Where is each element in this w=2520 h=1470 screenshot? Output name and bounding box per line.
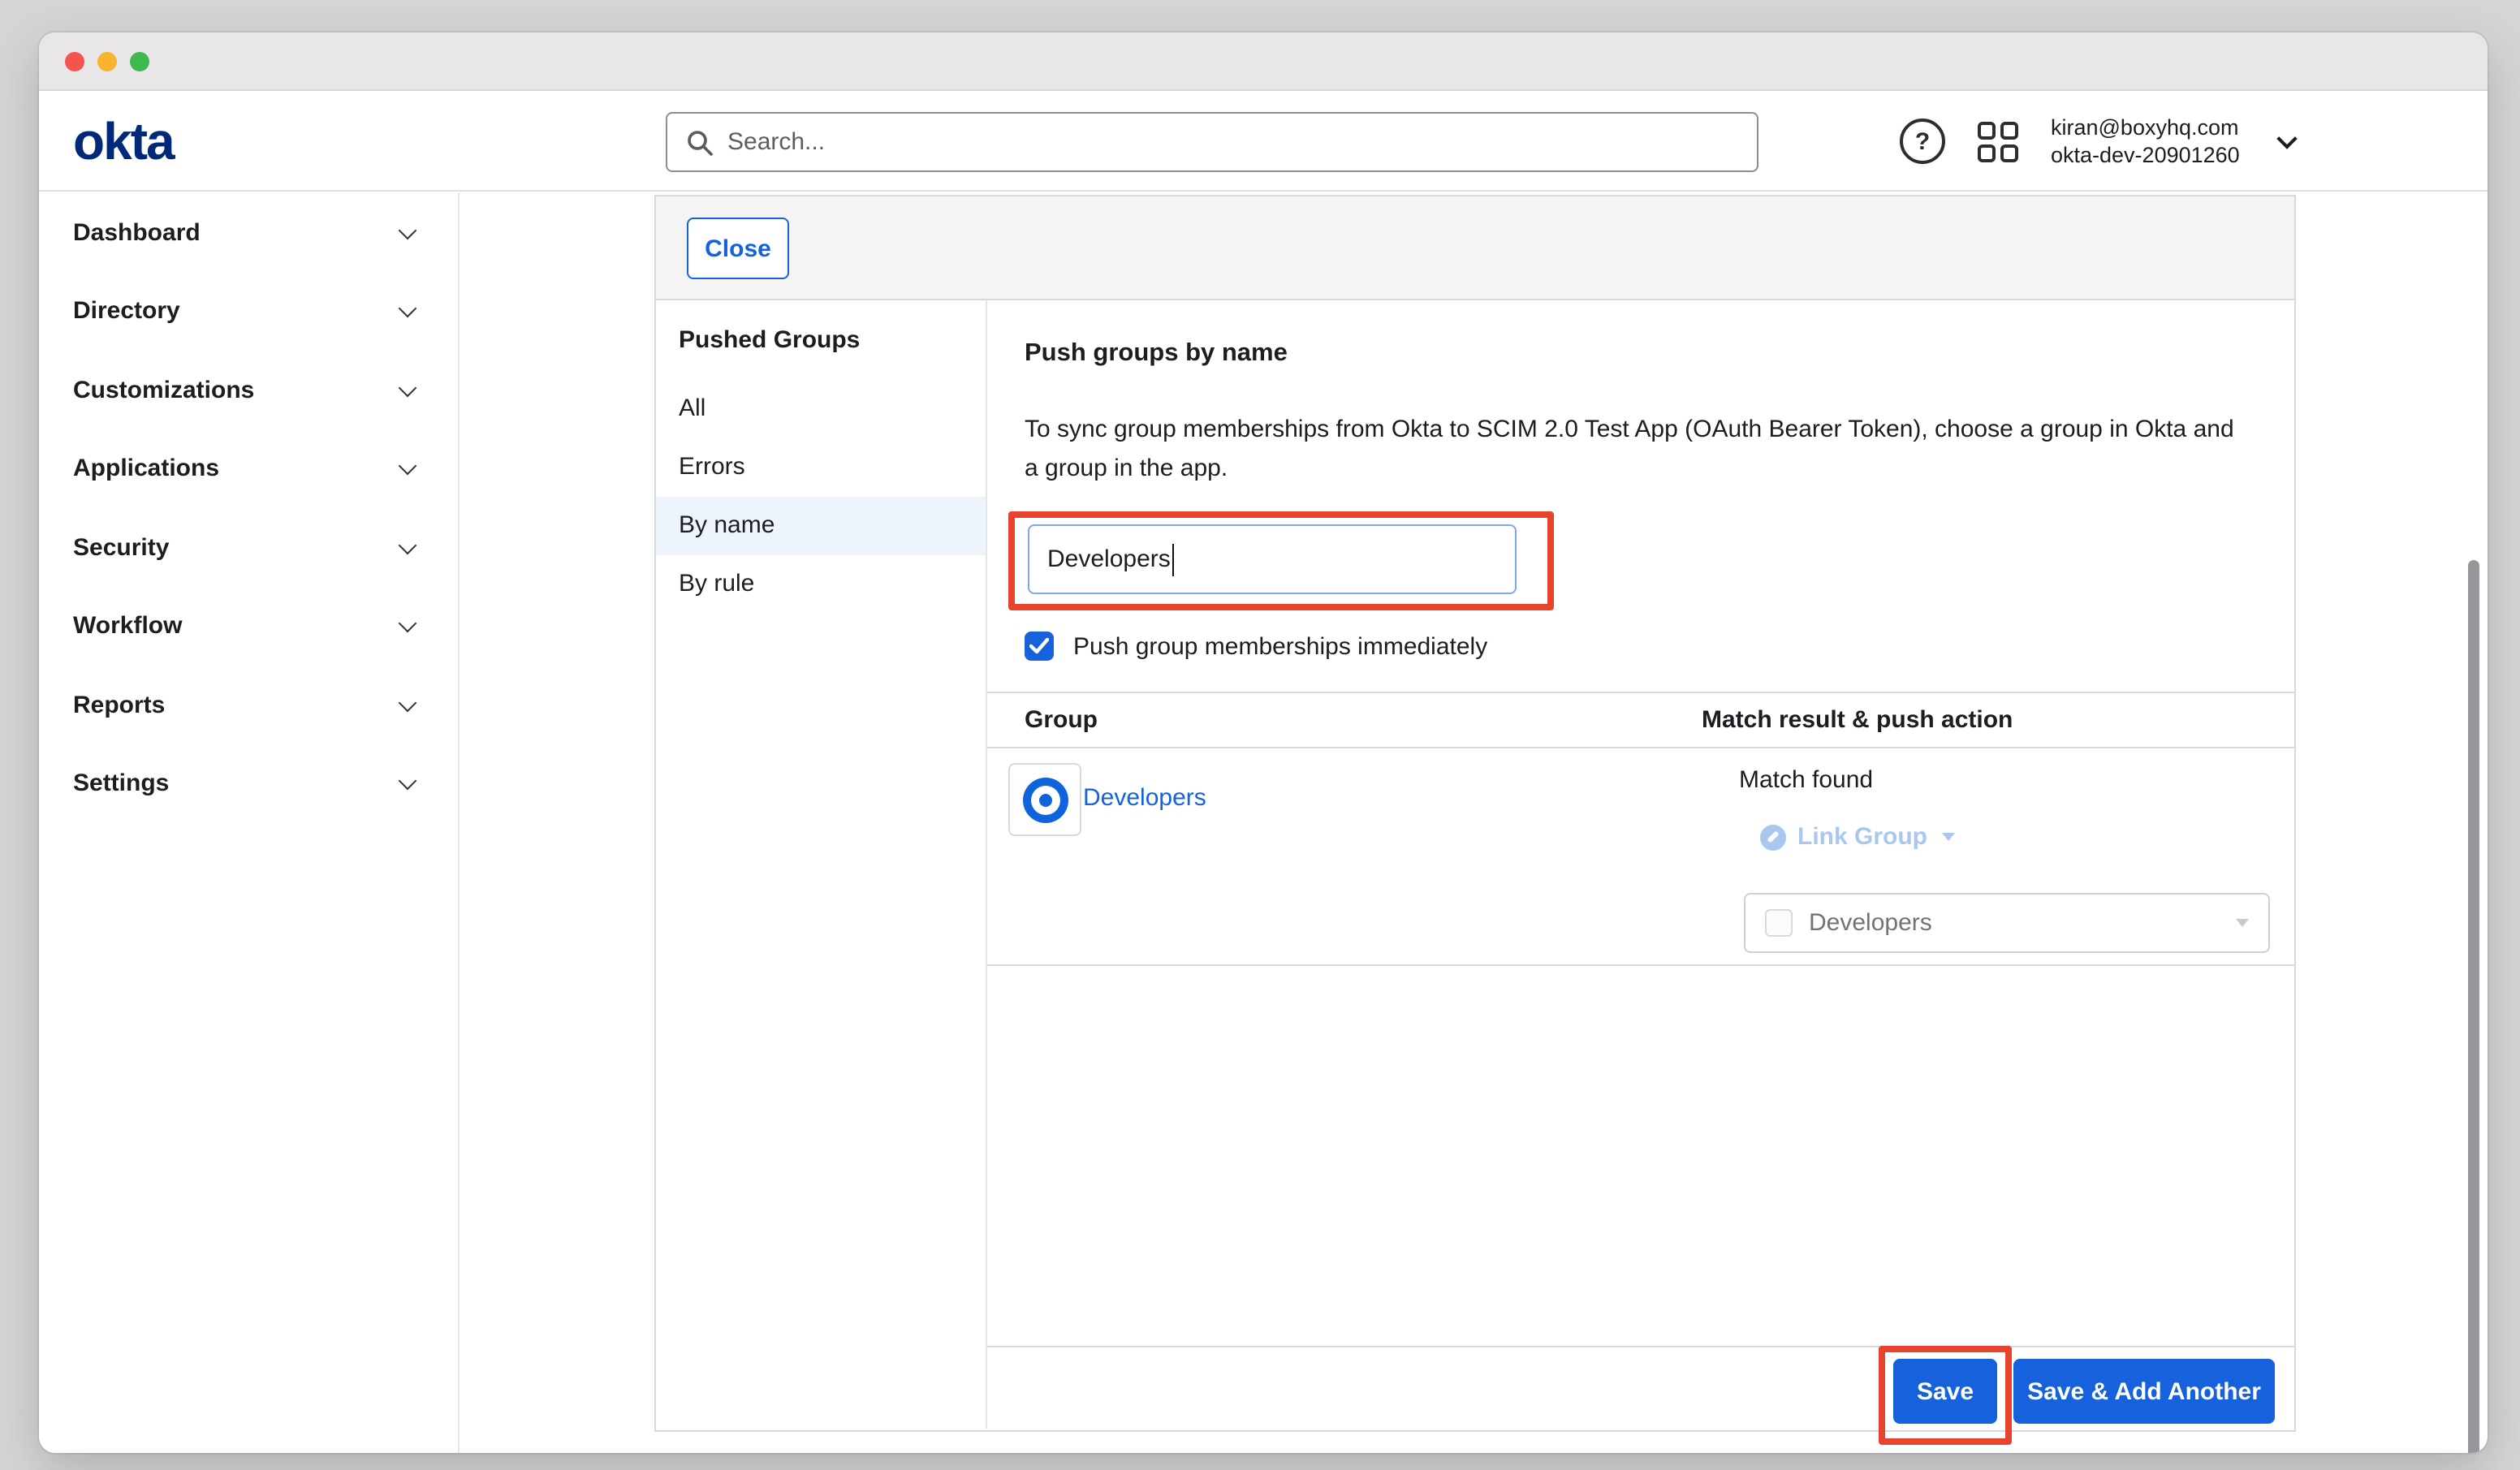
subnav-item-all[interactable]: All	[656, 380, 986, 438]
panel-toolbar: Close	[656, 196, 2294, 300]
subnav-item-by-rule[interactable]: By rule	[656, 555, 986, 614]
sidebar-item-settings[interactable]: Settings	[39, 744, 458, 823]
search-icon	[687, 129, 713, 155]
okta-logo: okta	[73, 112, 174, 172]
help-icon[interactable]: ?	[1900, 119, 1945, 164]
link-icon	[1760, 824, 1786, 850]
apps-grid-icon[interactable]	[1978, 122, 2018, 162]
chevron-down-icon	[399, 378, 417, 397]
chevron-down-icon	[399, 536, 417, 554]
check-icon	[1029, 638, 1049, 654]
push-by-name-content: Push groups by name To sync group member…	[987, 300, 2294, 1429]
chevron-down-icon	[399, 457, 417, 476]
pushed-groups-subnav: Pushed Groups All Errors By name By rule	[656, 300, 987, 1429]
org-name: okta-dev-20901260	[2051, 141, 2240, 169]
match-result-text: Match found	[1739, 766, 1873, 794]
chevron-down-icon	[399, 221, 417, 239]
user-menu[interactable]: kiran@boxyhq.com okta-dev-20901260	[2051, 114, 2240, 169]
footer-divider	[987, 1346, 2294, 1347]
push-immediately-label: Push group memberships immediately	[1073, 632, 1487, 660]
sidebar-item-workflow[interactable]: Workflow	[39, 587, 458, 666]
text-caret	[1172, 543, 1175, 575]
table-header: Group Match result & push action	[987, 692, 2294, 748]
row-divider	[987, 964, 2294, 966]
link-group-label: Link Group	[1797, 823, 1927, 851]
sidebar-item-directory[interactable]: Directory	[39, 272, 458, 351]
window-titlebar	[39, 32, 2488, 91]
save-button[interactable]: Save	[1893, 1359, 1997, 1424]
subnav-item-errors[interactable]: Errors	[656, 438, 986, 497]
sidebar-item-customizations[interactable]: Customizations	[39, 351, 458, 429]
sidebar: Dashboard Directory Customizations Appli…	[39, 193, 460, 1453]
desktop-background: okta ? kiran@boxyhq.com okta-dev-2090126…	[0, 0, 2520, 1470]
chevron-down-icon	[1942, 833, 1955, 841]
column-header-match: Match result & push action	[1702, 706, 2013, 734]
sidebar-item-dashboard[interactable]: Dashboard	[39, 193, 458, 272]
chevron-down-icon	[2236, 919, 2249, 927]
save-add-another-button[interactable]: Save & Add Another	[2013, 1359, 2275, 1424]
sidebar-item-applications[interactable]: Applications	[39, 429, 458, 508]
user-menu-chevron-icon[interactable]	[2276, 128, 2297, 149]
search-bar[interactable]	[666, 112, 1758, 172]
page-title: Push groups by name	[1025, 339, 1288, 369]
group-icon	[1022, 777, 1068, 822]
sidebar-item-reports[interactable]: Reports	[39, 666, 458, 744]
chevron-down-icon	[399, 300, 417, 318]
push-immediately-row: Push group memberships immediately	[1025, 632, 1487, 661]
column-header-group: Group	[987, 706, 1702, 734]
group-name-input[interactable]: Developers	[1028, 524, 1517, 594]
chevron-down-icon	[399, 772, 417, 791]
subnav-item-by-name[interactable]: By name	[656, 497, 986, 555]
target-group-value: Developers	[1809, 909, 2220, 937]
group-name-value: Developers	[1047, 545, 1171, 573]
description-text: To sync group memberships from Okta to S…	[1025, 411, 2239, 489]
user-email: kiran@boxyhq.com	[2051, 114, 2240, 141]
chevron-down-icon	[399, 693, 417, 712]
minimize-window-button[interactable]	[97, 51, 117, 71]
scrollbar[interactable]	[2468, 560, 2479, 1453]
group-avatar	[1008, 763, 1081, 836]
close-window-button[interactable]	[65, 51, 84, 71]
sidebar-item-security[interactable]: Security	[39, 508, 458, 587]
close-button[interactable]: Close	[687, 218, 789, 279]
app-header: okta ? kiran@boxyhq.com okta-dev-2090126…	[39, 91, 2488, 192]
link-group-button[interactable]: Link Group	[1760, 823, 1955, 851]
subnav-title: Pushed Groups	[656, 326, 986, 354]
group-link[interactable]: Developers	[1083, 784, 1206, 812]
group-placeholder-icon	[1765, 909, 1793, 937]
push-immediately-checkbox[interactable]	[1025, 632, 1054, 661]
help-glyph: ?	[1915, 127, 1930, 155]
push-groups-panel: Close Pushed Groups All Errors By name B…	[654, 195, 2296, 1432]
zoom-window-button[interactable]	[130, 51, 149, 71]
browser-window: okta ? kiran@boxyhq.com okta-dev-2090126…	[39, 32, 2488, 1453]
search-input[interactable]	[727, 128, 1737, 156]
target-group-select[interactable]: Developers	[1744, 893, 2270, 953]
chevron-down-icon	[399, 614, 417, 633]
